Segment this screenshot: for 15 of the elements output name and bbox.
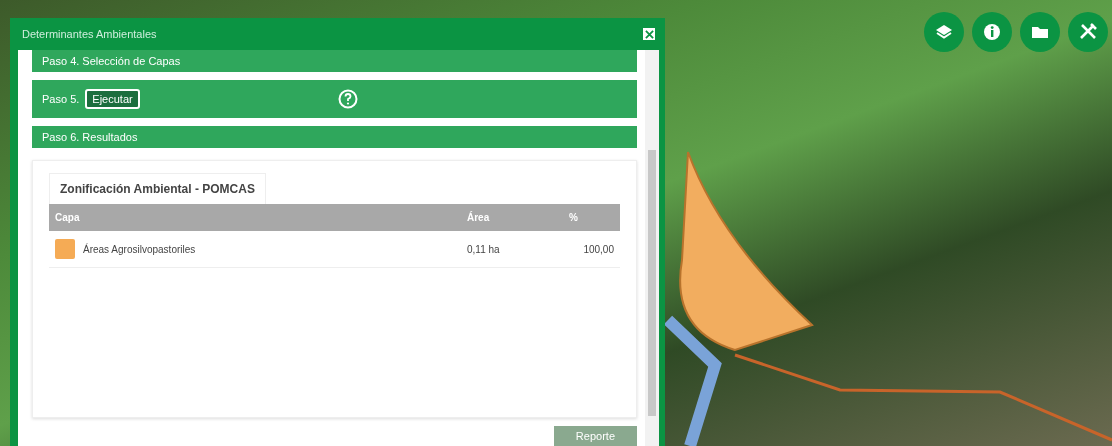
execute-button[interactable]: Ejecutar xyxy=(85,89,140,109)
close-icon[interactable] xyxy=(643,28,655,40)
window-title: Determinantes Ambientales xyxy=(22,28,157,40)
step-label: Paso 5. xyxy=(42,93,80,105)
column-header: Capa xyxy=(49,204,461,231)
column-header: % xyxy=(563,204,620,231)
step-label: Paso 6. Resultados xyxy=(42,131,138,143)
help-icon[interactable] xyxy=(338,89,358,109)
table-cell: 100,00 xyxy=(563,231,620,268)
scrollbar[interactable] xyxy=(645,50,659,446)
step-header[interactable]: Paso 5. Ejecutar xyxy=(32,80,637,118)
table-cell: 0,11 ha xyxy=(461,231,563,268)
column-header: Área xyxy=(461,204,563,231)
layer-name: Áreas Agrosilvopastoriles xyxy=(83,243,196,255)
step-label: Paso 4. Selección de Capas xyxy=(42,55,181,67)
